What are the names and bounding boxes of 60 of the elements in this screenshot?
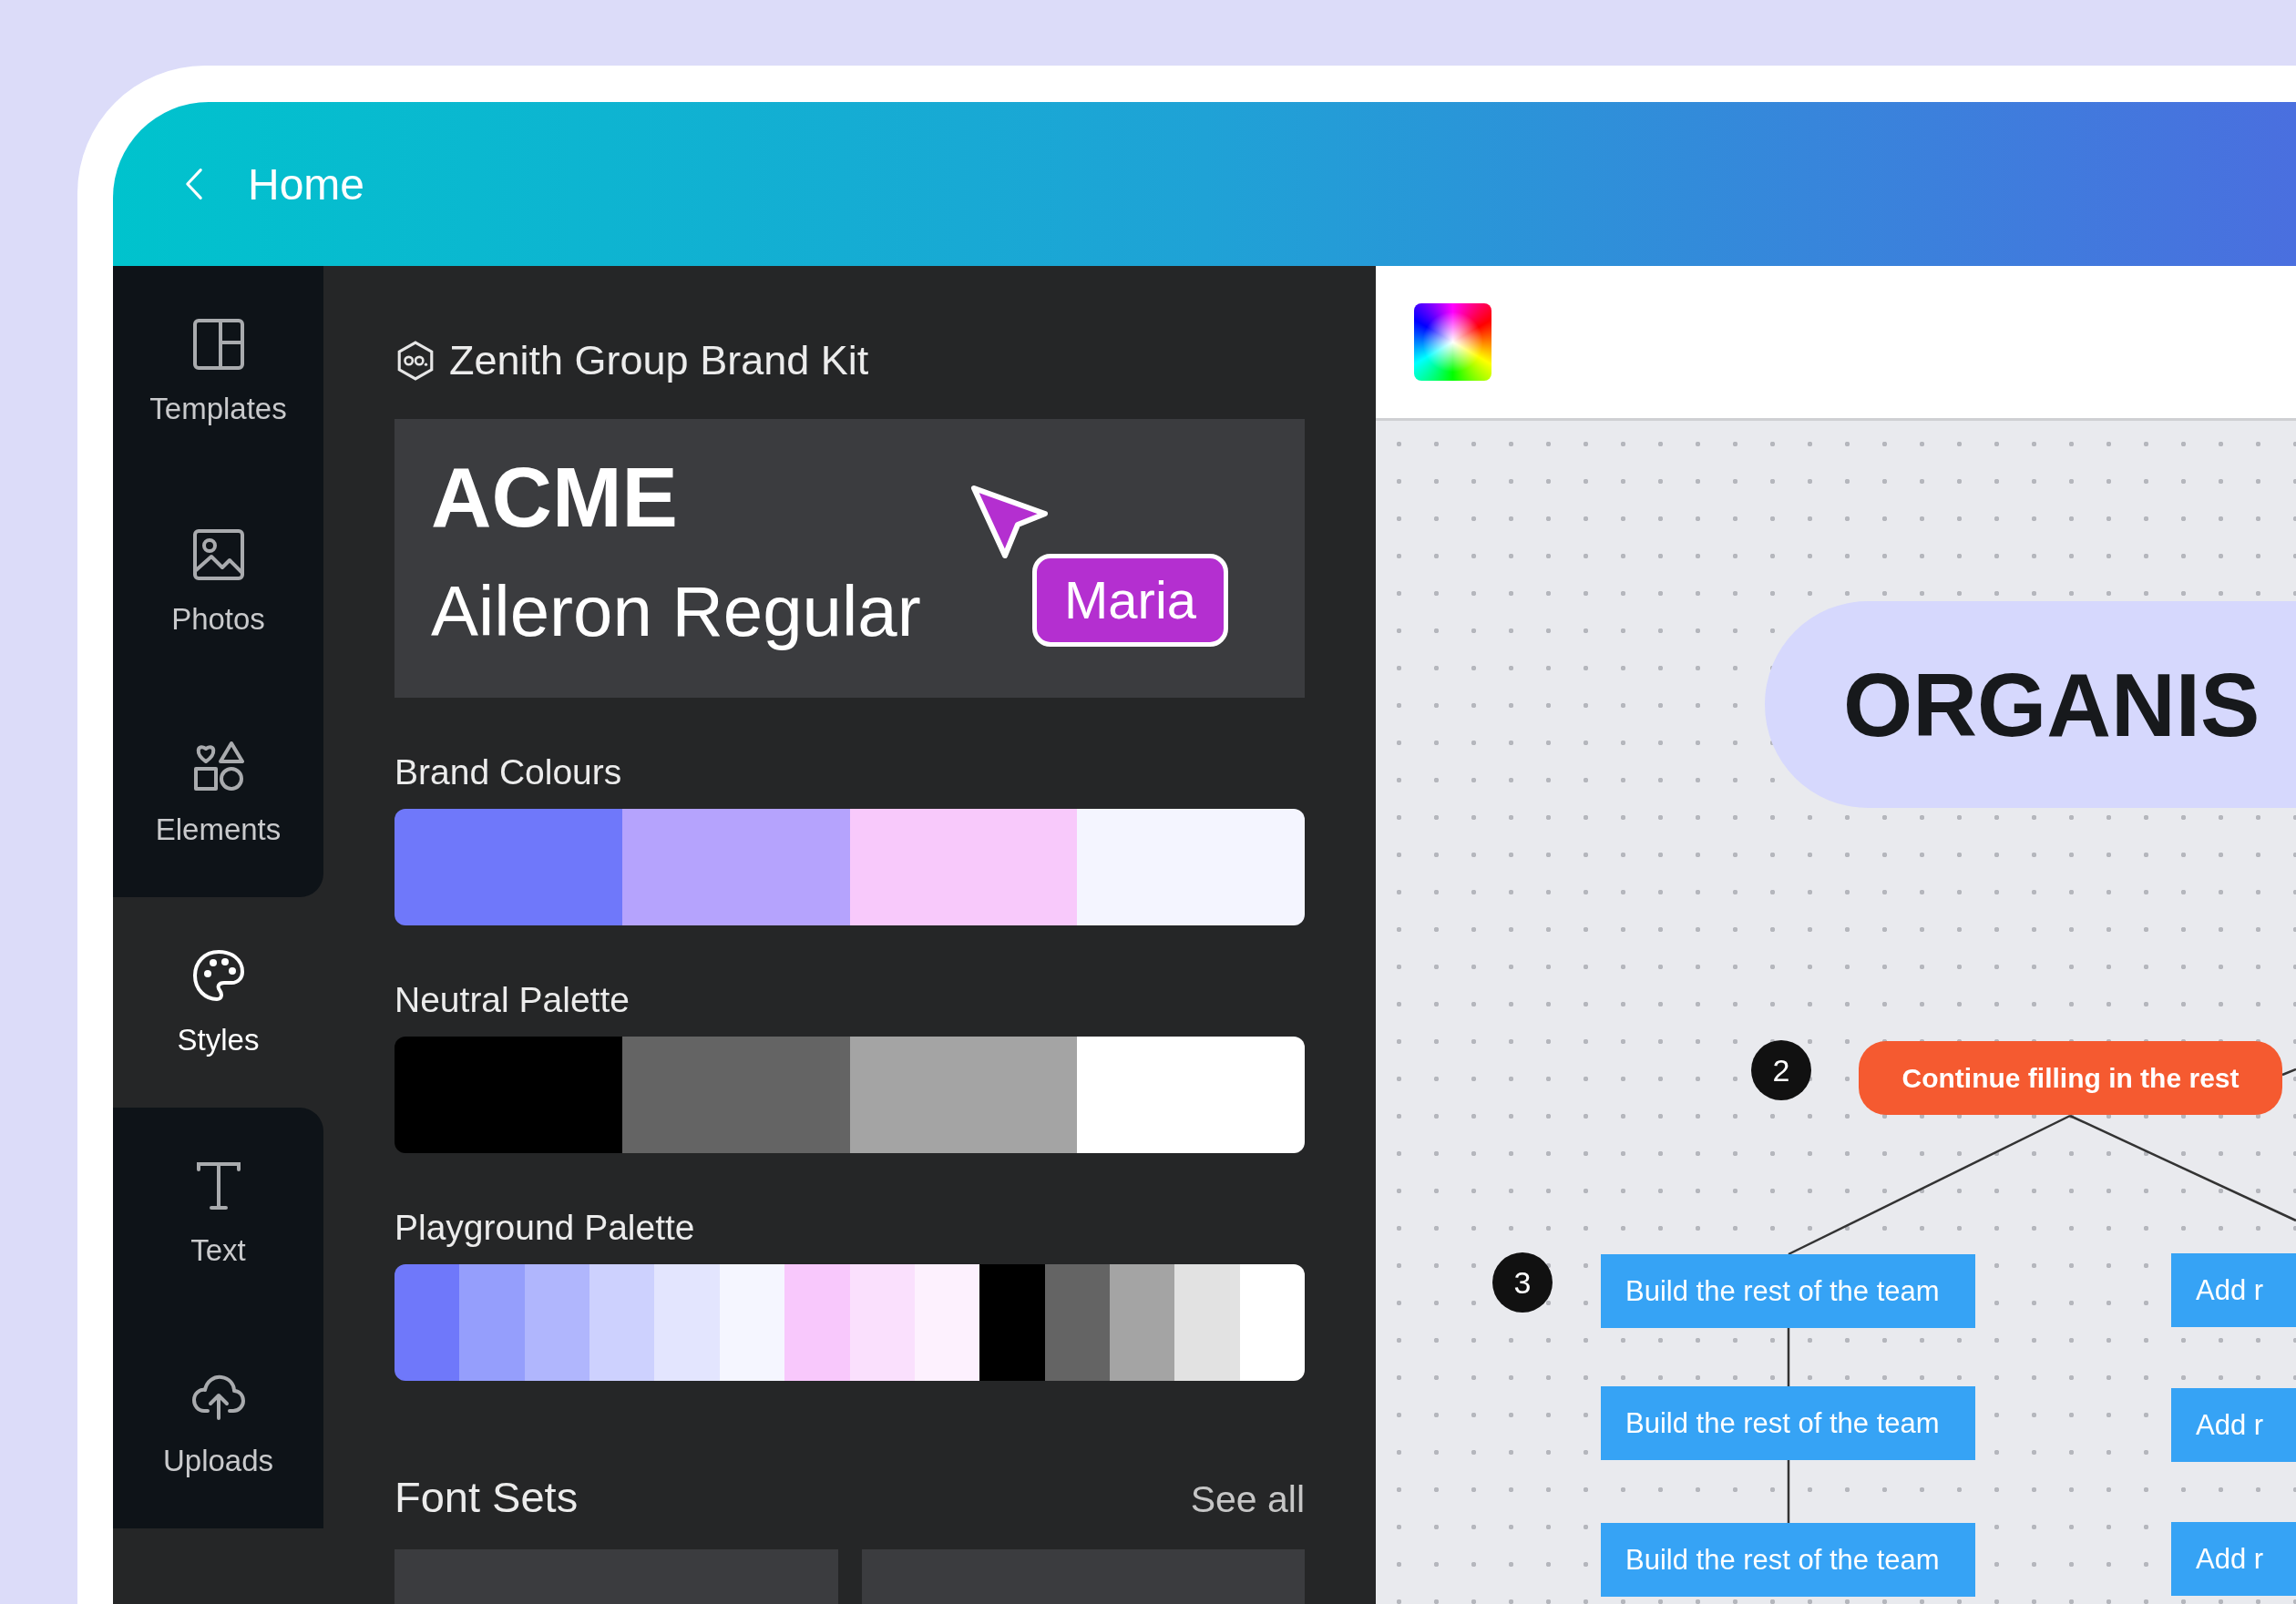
chart-node: Add r: [2171, 1522, 2296, 1596]
colour-swatch[interactable]: [979, 1264, 1045, 1381]
sidebar-item[interactable]: Templates: [113, 266, 323, 476]
sidebar-label: Elements: [155, 812, 282, 847]
layout-icon: [190, 316, 246, 372]
colour-swatch[interactable]: [589, 1264, 655, 1381]
colour-swatch[interactable]: [914, 1264, 980, 1381]
chart-node: Add r: [2171, 1253, 2296, 1327]
chart-node: Add r: [2171, 1388, 2296, 1462]
sidebar-item[interactable]: Uploads: [113, 1318, 323, 1528]
chart-node: Continue filling in the rest: [1859, 1041, 2282, 1115]
colour-swatch[interactable]: [621, 1037, 850, 1153]
sidebar-label: Uploads: [162, 1443, 274, 1478]
brand-kit-title: Zenith Group Brand Kit: [449, 337, 869, 384]
colour-swatch[interactable]: [524, 1264, 590, 1381]
section-title: Font Sets: [395, 1472, 579, 1522]
chart-node: Build the rest of the team: [1601, 1523, 1975, 1597]
colour-swatch[interactable]: [621, 809, 850, 925]
sidebar-label: Templates: [149, 391, 287, 426]
see-all-link[interactable]: See all: [1190, 1478, 1305, 1521]
heading-font-sample: ACME: [431, 455, 678, 539]
palette-name: Neutral Palette: [395, 980, 630, 1020]
colour-swatch[interactable]: [784, 1264, 850, 1381]
colour-swatch[interactable]: [849, 1037, 1078, 1153]
back-icon: [184, 168, 204, 200]
palette-name: Playground Palette: [395, 1208, 696, 1248]
colour-swatch[interactable]: [654, 1264, 720, 1381]
step-number: 3: [1492, 1252, 1553, 1313]
sidebar-label: Text: [190, 1232, 246, 1268]
sidebar-label: Photos: [171, 601, 265, 637]
heading-text: ORGANIS: [1843, 659, 2260, 750]
colour-swatch[interactable]: [1174, 1264, 1240, 1381]
connector-line: [1787, 1328, 1790, 1386]
collaborator-tag: Maria: [1032, 554, 1229, 647]
colour-swatch[interactable]: [1109, 1264, 1175, 1381]
colour-picker-button[interactable]: [1414, 303, 1491, 381]
colour-swatch[interactable]: [1044, 1264, 1110, 1381]
colour-swatch[interactable]: [1077, 809, 1305, 925]
chart-node: Build the rest of the team: [1601, 1386, 1975, 1460]
sidebar-item[interactable]: Photos: [113, 476, 323, 687]
colour-swatch[interactable]: [395, 1264, 460, 1381]
colour-swatch[interactable]: [459, 1264, 525, 1381]
font-preview-card[interactable]: ACME Aileron Regular Maria: [395, 419, 1305, 698]
chart-node: Build the rest of the team: [1601, 1254, 1975, 1328]
colour-swatch[interactable]: [1077, 1037, 1305, 1153]
palette-name: Brand Colours: [395, 752, 623, 792]
colour-swatch[interactable]: [849, 1264, 915, 1381]
connector-line: [2281, 1068, 2296, 1077]
colour-swatch[interactable]: [849, 809, 1078, 925]
colour-swatch[interactable]: [395, 1037, 622, 1153]
palette-icon: [190, 947, 246, 1003]
colour-swatch[interactable]: [1239, 1264, 1305, 1381]
colour-swatch[interactable]: [395, 809, 622, 925]
sidebar-item[interactable]: Elements: [113, 687, 323, 897]
colour-swatch[interactable]: [719, 1264, 785, 1381]
sidebar-label: Styles: [177, 1022, 260, 1057]
sidebar-item[interactable]: Text: [113, 1108, 323, 1318]
step-number: 2: [1751, 1040, 1811, 1100]
connector-line: [1787, 1460, 1790, 1523]
image-icon: [190, 526, 246, 582]
